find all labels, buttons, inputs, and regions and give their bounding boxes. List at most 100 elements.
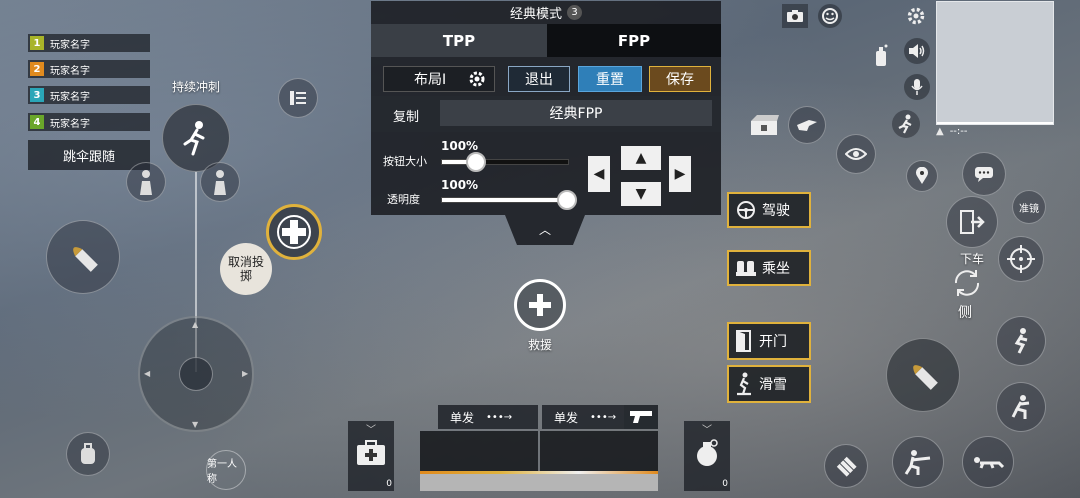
copy-layout-select[interactable]: 经典FPP (440, 100, 712, 126)
emote-button[interactable] (818, 4, 842, 28)
prone-button[interactable] (962, 436, 1014, 488)
button-size-slider-knob[interactable] (466, 152, 486, 172)
steering-wheel-icon (737, 201, 755, 219)
backpack-button[interactable] (66, 432, 110, 476)
quick-chat-button[interactable] (870, 42, 892, 68)
copy-label: 复制 (393, 110, 420, 125)
throw-target-button[interactable] (266, 204, 322, 260)
weapon-slot-1[interactable] (420, 431, 538, 471)
movement-joystick[interactable]: ▲ ▼ ◀ ▶ (138, 316, 254, 432)
move-right-button[interactable]: ▶ (669, 156, 691, 192)
weapon-slot-2-header[interactable]: 单发 •••→ (542, 405, 624, 429)
bullet-arrow-icon: •••→ (486, 411, 513, 423)
medkit-icon (357, 440, 385, 465)
rescue-button[interactable] (514, 279, 566, 331)
ski-button[interactable]: 滑雪 (727, 365, 811, 403)
seat-icon (736, 261, 756, 276)
screenshot-button[interactable] (782, 4, 808, 28)
crouch-icon (1011, 395, 1030, 419)
parachute-follow-button[interactable]: 跳伞跟随 (28, 140, 150, 170)
button-size-value: 100% (441, 139, 479, 153)
minimap-bottom-bar (937, 122, 1053, 124)
cancel-throw-button[interactable]: 取消投掷 (220, 243, 272, 295)
fire-mode-2: 单发 (554, 410, 579, 425)
medkit-slot[interactable]: ﹀ 0 (348, 421, 394, 491)
skier-icon (737, 372, 751, 396)
crouch-jump-button[interactable] (996, 316, 1046, 366)
joystick-knob[interactable] (179, 357, 213, 391)
map-marker-button[interactable] (906, 160, 938, 192)
drive-button[interactable]: 驾驶 (727, 192, 811, 228)
opacity-value: 100% (441, 178, 479, 192)
aim-button[interactable] (998, 236, 1044, 282)
exit-button[interactable]: 退出 (508, 66, 570, 92)
camera-icon (787, 10, 803, 22)
free-look-button[interactable] (836, 134, 876, 174)
location-pin-icon (916, 167, 928, 184)
ammo-icon (836, 456, 857, 477)
lean-right-button[interactable] (200, 162, 240, 202)
lean-left-button[interactable] (126, 162, 166, 202)
throwable-slot[interactable]: ﹀ 0 (684, 421, 730, 491)
layout-select[interactable]: 布局I (383, 66, 495, 92)
microphone-button[interactable] (904, 74, 930, 100)
medkit-count: 0 (386, 479, 392, 489)
opacity-slider-fill (442, 198, 568, 202)
speaker-button[interactable] (904, 38, 930, 64)
tab-tpp[interactable]: TPP (371, 24, 547, 57)
sprint-label: 持续冲刺 (172, 80, 221, 94)
collapse-panel-button[interactable]: ︿ (505, 215, 585, 245)
lean-left-icon (140, 170, 152, 195)
pistol-slot[interactable] (624, 405, 658, 429)
minimap-text: --:-- (949, 126, 968, 137)
gear-icon (469, 71, 485, 87)
medkit-expand-icon: ﹀ (366, 425, 376, 436)
chevron-up-icon: ︿ (538, 223, 551, 237)
kneel-shoot-icon (904, 450, 931, 475)
scope-button[interactable]: 准镜 (1012, 190, 1046, 224)
mark-button[interactable] (788, 106, 826, 144)
crosshair-plus-icon (277, 215, 311, 249)
exit-vehicle-button[interactable] (946, 196, 998, 248)
chat-button[interactable] (962, 152, 1006, 196)
weapon-slot-2[interactable] (540, 431, 658, 471)
arrow-right-icon: ▶ (674, 166, 686, 182)
exit-vehicle-label: 下车 (960, 252, 985, 266)
chat-bubble-icon (975, 167, 993, 182)
panel-header: 经典模式 3 (371, 1, 721, 24)
left-fire-button[interactable] (46, 220, 120, 294)
joystick-up-arrow: ▲ (192, 320, 199, 329)
ammo-switch-button[interactable] (824, 444, 868, 488)
button-size-label: 按钮大小 (383, 155, 427, 168)
weapon-slot-1-header[interactable]: 单发 •••→ (438, 405, 538, 429)
fire-button[interactable] (886, 338, 960, 412)
settings-button[interactable] (904, 4, 928, 28)
grenade-icon (697, 439, 718, 466)
lean-right-icon (214, 170, 226, 195)
menu-toggle-button[interactable] (278, 78, 318, 118)
move-down-button[interactable]: ▼ (621, 182, 661, 206)
jump-pose-icon (1014, 328, 1028, 354)
switch-seat-button[interactable] (950, 266, 984, 300)
joystick-right-arrow: ▶ (242, 369, 249, 378)
tab-fpp[interactable]: FPP (547, 24, 721, 57)
ride-button[interactable]: 乘坐 (727, 250, 811, 286)
crouch-button[interactable] (996, 382, 1046, 432)
first-person-button[interactable]: 第一人称 (206, 450, 246, 490)
backpack-icon (81, 443, 95, 464)
save-button[interactable]: 保存 (649, 66, 711, 92)
warning-icon: ▲ (936, 126, 944, 137)
opacity-slider-knob[interactable] (557, 190, 577, 210)
move-left-button[interactable]: ◀ (588, 156, 610, 192)
opacity-slider-track[interactable] (441, 197, 569, 203)
open-door-button[interactable]: 开门 (727, 322, 811, 360)
team-member-3: 3 玩家名字 (28, 86, 150, 104)
reset-button[interactable]: 重置 (578, 66, 642, 92)
pickup-button[interactable] (748, 110, 782, 140)
crouch-aim-button[interactable] (892, 436, 944, 488)
minimap[interactable] (936, 1, 1054, 125)
move-up-button[interactable]: ▲ (621, 146, 661, 170)
button-size-slider-track[interactable] (441, 159, 569, 165)
pistol-icon (630, 411, 652, 423)
auto-run-button[interactable] (892, 110, 920, 138)
